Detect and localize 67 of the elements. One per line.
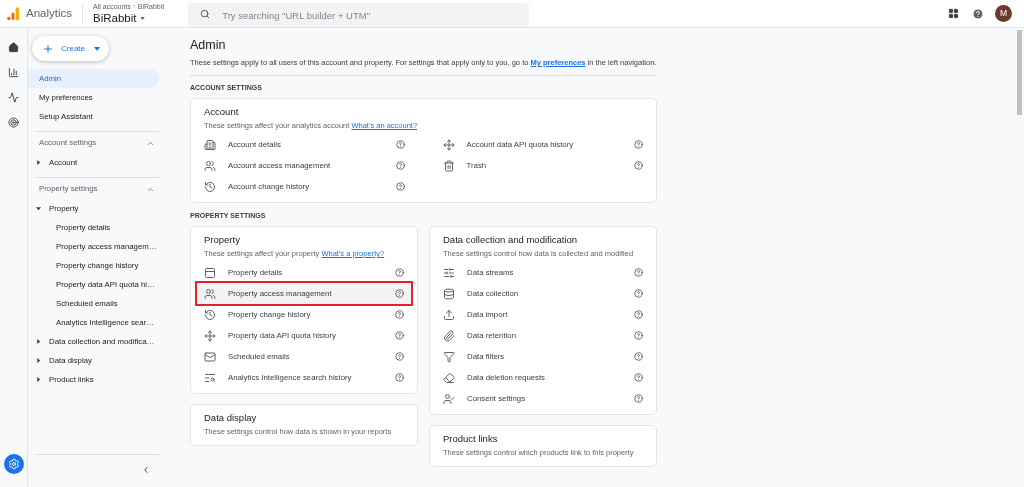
help-icon[interactable] — [634, 352, 643, 361]
settings-button[interactable] — [3, 454, 24, 474]
paperclip-icon — [443, 329, 455, 342]
help-icon[interactable] — [395, 331, 404, 340]
card-title: Data collection and modification — [442, 234, 579, 246]
card-title: Data display — [203, 412, 258, 424]
settings-icon — [7, 458, 20, 470]
help-icon[interactable] — [395, 310, 404, 319]
four-arrows-icon — [442, 138, 455, 151]
help-icon[interactable] — [395, 140, 405, 149]
help-icon[interactable] — [395, 182, 405, 191]
help-icon[interactable] — [634, 140, 643, 149]
help-icon[interactable] — [634, 394, 643, 403]
help-icon[interactable] — [634, 373, 643, 382]
create-button[interactable]: Create — [32, 36, 109, 61]
caret-down-icon[interactable] — [36, 206, 41, 211]
panel-icon — [204, 266, 216, 279]
avatar[interactable]: M — [995, 5, 1012, 22]
chevron-right-icon — [131, 3, 137, 9]
sliders-icon — [443, 266, 455, 279]
help-icon[interactable] — [634, 331, 643, 340]
plus-icon — [42, 42, 54, 55]
scrollbar-thumb[interactable] — [1017, 30, 1022, 115]
filter-icon — [443, 350, 455, 363]
help-icon[interactable] — [395, 289, 404, 298]
caret-down-icon — [139, 17, 145, 20]
collapse-icon[interactable] — [141, 464, 151, 475]
app-name: Analytics — [26, 5, 73, 21]
caret-right-icon[interactable] — [36, 358, 41, 363]
logo-icon — [7, 6, 19, 21]
account-picker[interactable]: BiRabbit — [93, 12, 165, 25]
text-search-icon — [204, 371, 216, 384]
people-icon — [204, 159, 216, 172]
user-check-icon — [443, 392, 455, 405]
database-icon — [443, 287, 455, 300]
home-icon[interactable] — [8, 42, 19, 53]
activity-icon[interactable] — [8, 92, 19, 103]
caret-right-icon[interactable] — [36, 339, 41, 344]
help-icon[interactable] — [395, 373, 404, 382]
help-icon[interactable] — [634, 289, 643, 298]
eraser-icon — [443, 371, 455, 384]
mail-icon — [204, 350, 216, 363]
trash-icon — [442, 159, 455, 172]
apps-grid-icon[interactable] — [948, 8, 959, 19]
help-icon[interactable] — [395, 352, 404, 361]
search-icon — [200, 8, 211, 19]
caret-down-icon — [94, 46, 100, 51]
card-title: Account — [203, 106, 240, 118]
bar-chart-icon[interactable] — [8, 67, 19, 78]
people-icon — [204, 287, 216, 300]
card-title: Property — [203, 234, 241, 246]
help-icon[interactable] — [395, 268, 404, 277]
four-arrows-icon — [204, 329, 216, 342]
search-field[interactable]: Try searching "URL builder + UTM" — [188, 3, 530, 27]
target-icon[interactable] — [8, 117, 19, 128]
history-icon — [204, 180, 216, 193]
caret-right-icon[interactable] — [36, 160, 41, 165]
help-icon[interactable] — [634, 268, 643, 277]
history-icon — [204, 308, 216, 321]
card-title: Product links — [442, 433, 499, 445]
upload-icon — [443, 308, 455, 321]
page-title: Admin — [190, 38, 227, 53]
help-icon[interactable] — [634, 161, 643, 170]
help-icon[interactable] — [395, 161, 405, 170]
building-icon — [204, 138, 216, 151]
caret-right-icon[interactable] — [36, 377, 41, 382]
help-icon[interactable] — [634, 310, 643, 319]
